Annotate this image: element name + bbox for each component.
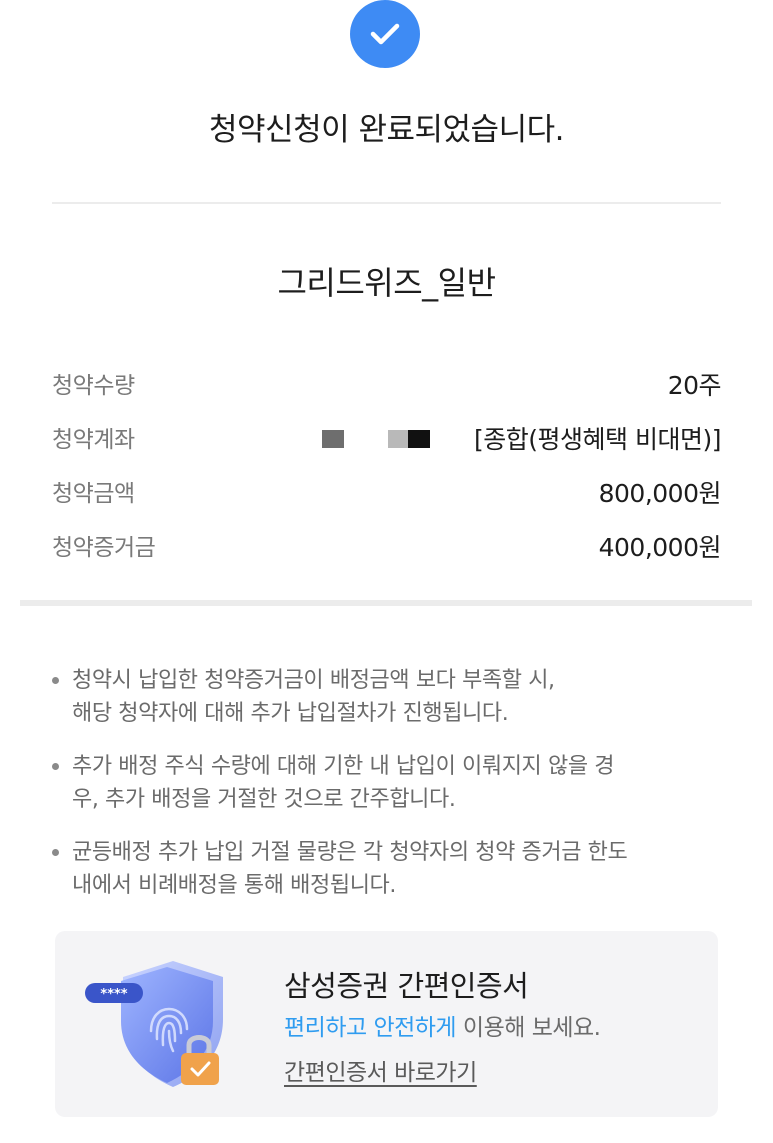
bullet-icon [52,677,59,684]
notice-line: 우, 추가 배정을 거절한 것으로 간주합니다. [72,787,456,812]
cert-card-title: 삼성증권 간편인증서 [284,969,529,1003]
completion-title: 청약신청이 완료되었습니다. [209,112,564,148]
account-label: 청약계좌 [52,427,135,453]
info-row-amount: 청약금액 800,000원 [52,474,722,510]
password-badge-text: **** [100,987,127,1002]
cert-card-description: 편리하고 안전하게 이용해 보세요. [284,1008,601,1042]
shield-fingerprint-lock-icon: **** [85,953,265,1103]
check-circle-icon [350,0,420,68]
product-name: 그리드위즈_일반 [277,264,496,302]
deposit-label: 청약증거금 [52,535,156,561]
account-number-redacted [322,430,442,448]
amount-label: 청약금액 [52,481,135,507]
section-divider [20,600,752,606]
divider [52,202,721,204]
notice-item: 추가 배정 주식 수량에 대해 기한 내 납입이 이뤄지지 않을 경 우, 추가… [52,750,742,816]
notice-line: 추가 배정 주식 수량에 대해 기한 내 납입이 이뤄지지 않을 경 [72,754,615,779]
deposit-value: 400,000원 [598,533,722,562]
notice-line: 해당 청약자에 대해 추가 납입절차가 진행됩니다. [72,701,509,726]
info-row-quantity: 청약수량 20주 [52,366,722,402]
cert-card-desc-rest: 이용해 보세요. [456,1015,601,1041]
notice-line: 청약시 납입한 청약증거금이 배정금액 보다 부족할 시, [72,668,555,693]
simple-certificate-card[interactable]: **** 삼성증권 간편인증서 편리하고 안전하게 이용해 보세요. 간편인증서… [55,931,718,1117]
notice-item: 균등배정 추가 납입 거절 물량은 각 청약자의 청약 증거금 한도 내에서 비… [52,836,742,902]
bullet-icon [52,849,59,856]
go-to-simple-certificate-link[interactable]: 간편인증서 바로가기 [284,1053,477,1087]
bullet-icon [52,763,59,770]
cert-card-highlight: 편리하고 안전하게 [284,1015,457,1041]
account-value: [종합(평생혜택 비대면)] [474,425,721,454]
info-row-deposit: 청약증거금 400,000원 [52,528,722,564]
amount-value: 800,000원 [598,479,722,508]
notice-line: 균등배정 추가 납입 거절 물량은 각 청약자의 청약 증거금 한도 [72,840,628,865]
notice-item: 청약시 납입한 청약증거금이 배정금액 보다 부족할 시, 해당 청약자에 대해… [52,664,742,730]
info-row-account: 청약계좌 [종합(평생혜택 비대면)] [52,420,721,456]
notice-line: 내에서 비례배정을 통해 배정됩니다. [72,873,396,898]
subscription-complete-page: 청약신청이 완료되었습니다. 그리드위즈_일반 청약수량 20주 청약계좌 [종… [0,0,773,1143]
quantity-value: 20주 [667,371,722,400]
quantity-label: 청약수량 [52,373,135,399]
